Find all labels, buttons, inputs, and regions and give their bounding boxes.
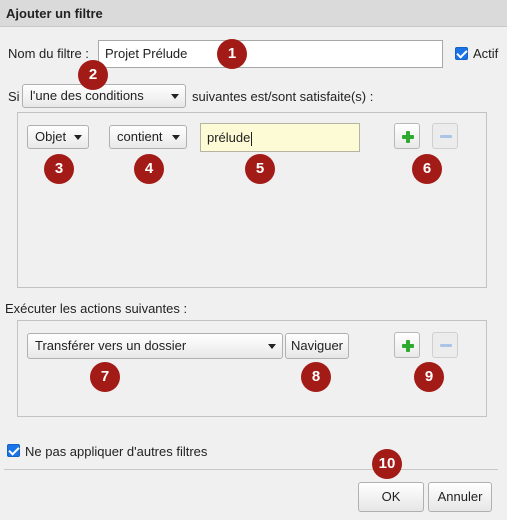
action-value: Transférer vers un dossier — [35, 338, 187, 353]
ok-button[interactable]: OK — [358, 482, 424, 512]
action-dropdown[interactable]: Transférer vers un dossier — [27, 333, 283, 359]
browse-button[interactable]: Naviguer — [285, 333, 349, 359]
remove-condition-button[interactable] — [432, 123, 458, 149]
callout-4: 4 — [134, 154, 164, 184]
callout-2: 2 — [78, 60, 108, 90]
active-checkbox[interactable] — [455, 47, 468, 60]
footer-divider — [4, 469, 498, 470]
cancel-button[interactable]: Annuler — [428, 482, 492, 512]
callout-10: 10 — [372, 449, 402, 479]
filter-name-label: Nom du filtre : — [8, 46, 89, 61]
filter-name-input[interactable]: Projet Prélude — [98, 40, 443, 68]
match-suffix-label: suivantes est/sont satisfaite(s) : — [192, 89, 374, 104]
match-mode-value: l'une des conditions — [30, 88, 144, 103]
condition-operator-value: contient — [117, 129, 163, 144]
stop-processing-label: Ne pas appliquer d'autres filtres — [25, 444, 208, 459]
chevron-down-icon — [172, 135, 180, 140]
match-mode-dropdown[interactable]: l'une des conditions — [22, 84, 186, 108]
add-condition-button[interactable] — [394, 123, 420, 149]
condition-field-dropdown[interactable]: Objet — [27, 125, 89, 149]
chevron-down-icon — [171, 94, 179, 99]
condition-field-value: Objet — [35, 129, 67, 144]
callout-6: 6 — [412, 154, 442, 184]
callout-3: 3 — [44, 154, 74, 184]
chevron-down-icon — [268, 344, 276, 349]
condition-operator-dropdown[interactable]: contient — [109, 125, 187, 149]
callout-7: 7 — [90, 362, 120, 392]
dialog-title: Ajouter un filtre — [0, 0, 507, 27]
stop-processing-checkbox[interactable] — [7, 444, 20, 457]
active-label: Actif — [473, 46, 499, 61]
condition-value-text: prélude — [207, 130, 251, 145]
callout-5: 5 — [245, 154, 275, 184]
text-cursor — [251, 131, 253, 146]
add-action-button[interactable] — [394, 332, 420, 358]
callout-9: 9 — [414, 362, 444, 392]
callout-1: 1 — [217, 39, 247, 69]
chevron-down-icon — [74, 135, 82, 140]
callout-8: 8 — [301, 362, 331, 392]
match-prefix-label: Si — [8, 89, 20, 104]
condition-value-input[interactable]: prélude — [200, 123, 360, 152]
remove-action-button[interactable] — [432, 332, 458, 358]
actions-label: Exécuter les actions suivantes : — [5, 301, 188, 316]
